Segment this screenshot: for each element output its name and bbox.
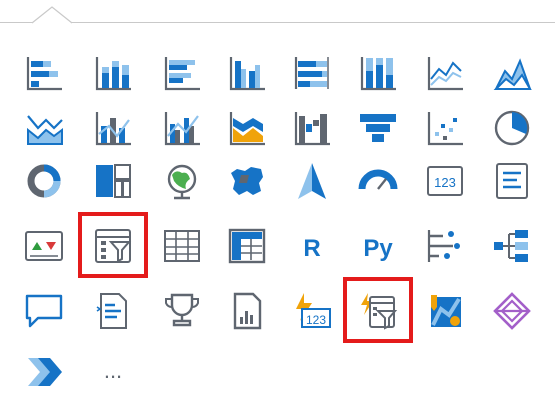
funnel-chart-icon xyxy=(360,114,396,142)
waterfall-chart-icon xyxy=(294,112,330,146)
key-influencers-icon xyxy=(427,230,460,262)
power-apps-visual-button[interactable]: 123 xyxy=(284,285,340,337)
power-automate-icon xyxy=(361,293,398,330)
stacked-bar-chart-visual-button[interactable] xyxy=(16,47,72,99)
filled-map-visual-button[interactable] xyxy=(219,155,275,207)
azure-map-icon xyxy=(298,163,326,199)
stacked-area-chart-visual-button[interactable] xyxy=(16,102,72,154)
clustered-column-chart-visual-button[interactable] xyxy=(219,47,275,99)
power-automate-visual-button[interactable] xyxy=(350,285,406,337)
python-visual-visual-button[interactable]: Py xyxy=(350,220,406,272)
100-percent-stacked-bar-chart-icon xyxy=(294,57,329,89)
decomposition-tree-icon xyxy=(494,230,528,262)
more-options-visual-button[interactable]: ... xyxy=(85,346,141,398)
decomposition-tree-visual-button[interactable] xyxy=(484,220,540,272)
map-icon xyxy=(167,164,197,200)
gauge-icon xyxy=(358,169,398,190)
r-script-visual-visual-button[interactable]: R xyxy=(284,220,340,272)
panel-caret-pointer xyxy=(31,6,73,24)
power-automate-flow-visual-button[interactable] xyxy=(16,346,72,398)
r-script-visual-icon: R xyxy=(303,235,320,262)
q-and-a-icon xyxy=(25,294,63,328)
line-and-stacked-column-chart-visual-button[interactable] xyxy=(85,102,141,154)
scatter-chart-visual-button[interactable] xyxy=(417,102,473,154)
azure-map-visual-button[interactable] xyxy=(284,155,340,207)
clustered-bar-chart-visual-button[interactable] xyxy=(154,47,210,99)
funnel-chart-visual-button[interactable] xyxy=(350,102,406,154)
visualizations-gallery: 123 R Py 123... xyxy=(0,0,555,398)
svg-text:R: R xyxy=(303,235,320,262)
area-chart-visual-button[interactable] xyxy=(484,47,540,99)
table-icon xyxy=(164,230,200,262)
scatter-chart-icon xyxy=(427,112,463,146)
matrix-icon xyxy=(228,228,266,264)
donut-chart-icon xyxy=(27,164,61,198)
python-visual-icon: Py xyxy=(363,235,393,262)
ribbon-chart-icon xyxy=(229,112,265,146)
smart-narrative-icon xyxy=(96,293,127,329)
kpi-visual-button[interactable] xyxy=(16,220,72,272)
waterfall-chart-visual-button[interactable] xyxy=(284,102,340,154)
smart-narrative-visual-button[interactable] xyxy=(85,285,141,337)
power-apps-icon: 123 xyxy=(296,293,331,328)
paginated-report-visual-button[interactable] xyxy=(219,285,275,337)
100-percent-stacked-column-chart-visual-button[interactable] xyxy=(350,47,406,99)
arcgis-maps-visual-button[interactable] xyxy=(417,285,473,337)
ribbon-chart-visual-button[interactable] xyxy=(219,102,275,154)
line-chart-icon xyxy=(427,57,463,91)
q-and-a-visual-button[interactable] xyxy=(16,285,72,337)
svg-text:...: ... xyxy=(104,358,122,383)
power-apps-for-power-bi-icon xyxy=(493,292,531,330)
line-and-clustered-column-chart-visual-button[interactable] xyxy=(154,102,210,154)
stacked-bar-chart-icon xyxy=(26,57,62,91)
card-icon: 123 xyxy=(427,166,463,196)
line-chart-visual-button[interactable] xyxy=(417,47,473,99)
pie-chart-icon xyxy=(494,110,530,146)
100-percent-stacked-column-chart-icon xyxy=(360,57,396,91)
matrix-visual-button[interactable] xyxy=(219,220,275,272)
multi-row-card-visual-button[interactable] xyxy=(484,155,540,207)
area-chart-icon xyxy=(493,58,532,90)
paginated-report-icon xyxy=(233,292,262,330)
power-automate-flow-icon xyxy=(28,358,62,386)
stacked-area-chart-icon xyxy=(27,115,63,145)
clustered-column-chart-icon xyxy=(229,57,265,91)
line-and-stacked-column-chart-icon xyxy=(95,112,131,146)
filled-map-icon xyxy=(231,167,263,195)
multi-row-card-icon xyxy=(496,163,528,199)
metrics-icon xyxy=(165,293,199,327)
key-influencers-visual-button[interactable] xyxy=(417,220,473,272)
svg-text:123: 123 xyxy=(434,175,456,190)
kpi-icon xyxy=(25,231,63,261)
svg-text:Py: Py xyxy=(363,235,393,262)
map-visual-button[interactable] xyxy=(154,155,210,207)
arcgis-maps-icon xyxy=(431,295,461,327)
clustered-bar-chart-icon xyxy=(164,57,200,91)
metrics-visual-button[interactable] xyxy=(154,285,210,337)
treemap-visual-button[interactable] xyxy=(85,155,141,207)
gauge-visual-button[interactable] xyxy=(350,155,406,207)
power-apps-for-power-bi-visual-button[interactable] xyxy=(484,285,540,337)
table-visual-button[interactable] xyxy=(154,220,210,272)
donut-chart-visual-button[interactable] xyxy=(16,155,72,207)
stacked-column-chart-visual-button[interactable] xyxy=(85,47,141,99)
panel-top-border xyxy=(0,22,555,23)
slicer-visual-button[interactable] xyxy=(85,220,141,272)
svg-text:123: 123 xyxy=(306,313,326,327)
treemap-icon xyxy=(96,164,131,198)
100-percent-stacked-bar-chart-visual-button[interactable] xyxy=(284,47,340,99)
card-visual-button[interactable]: 123 xyxy=(417,155,473,207)
slicer-icon xyxy=(95,229,132,263)
stacked-column-chart-icon xyxy=(95,57,131,91)
pie-chart-visual-button[interactable] xyxy=(484,102,540,154)
line-and-clustered-column-chart-icon xyxy=(164,112,200,146)
more-options-icon: ... xyxy=(104,358,122,383)
